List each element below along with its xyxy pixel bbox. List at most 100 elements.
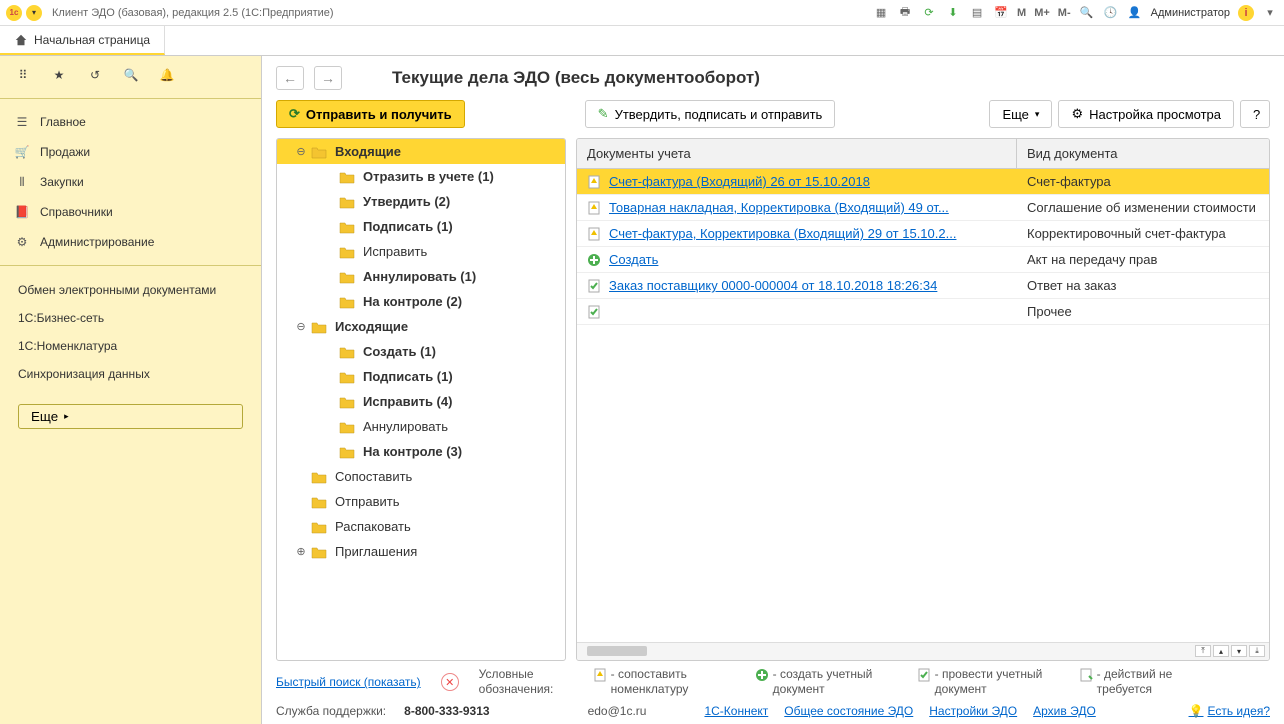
tree-node-15[interactable]: Распаковать [277,514,565,539]
expand-icon[interactable]: ⊕ [295,545,307,558]
folder-icon [311,320,327,334]
idea-link[interactable]: 💡 Есть идея? [1189,704,1270,718]
history-icon[interactable]: ↺ [86,66,104,84]
sidebar-item-4[interactable]: ⚙Администрирование [0,227,261,257]
approve-sign-send-button[interactable]: ✎ Утвердить, подписать и отправить [585,100,836,128]
legend-item-1: - создать учетный документ [755,667,893,698]
zoom-icon[interactable]: 🔍 [1079,5,1095,21]
status-warn-icon [587,227,601,241]
folder-icon [339,295,355,309]
quick-search-link[interactable]: Быстрый поиск (показать) [276,675,421,689]
app-logo-icon: 1c [6,5,22,21]
folder-icon [311,145,327,159]
calc-mminus[interactable]: M- [1058,7,1071,19]
cart-icon: 🛒 [14,144,30,160]
tree-node-6[interactable]: На контроле (2) [277,289,565,314]
footer-link-3[interactable]: Архив ЭДО [1033,704,1096,718]
sidebar-item-3[interactable]: 📕Справочники [0,197,261,227]
tool-icon-1[interactable]: ▦ [873,5,889,21]
scroll-up-icon[interactable]: ▴ [1213,645,1229,657]
tree-node-0[interactable]: ⊖Входящие [277,139,565,164]
tree-node-8[interactable]: Создать (1) [277,339,565,364]
gear-icon: ⚙ [1071,106,1083,122]
sidebar-link-3[interactable]: Синхронизация данных [0,360,261,388]
tree-node-3[interactable]: Подписать (1) [277,214,565,239]
refresh-icon[interactable]: ⟳ [921,5,937,21]
tree-node-11[interactable]: Аннулировать [277,414,565,439]
folder-icon [311,495,327,509]
document-link[interactable]: Создать [609,252,658,267]
status-warn-icon [587,201,601,215]
document-link[interactable]: Заказ поставщику 0000-000004 от 18.10.20… [609,278,937,293]
column-doctype[interactable]: Вид документа [1017,139,1269,168]
tree-node-1[interactable]: Отразить в учете (1) [277,164,565,189]
tree-node-4[interactable]: Исправить [277,239,565,264]
scroll-last-icon[interactable]: ⤓ [1249,645,1265,657]
collapse-icon[interactable]: ⊖ [295,320,307,333]
close-icon[interactable]: ✕ [441,673,459,691]
barcode-icon: ⫴ [14,174,30,190]
document-link[interactable]: Счет-фактура (Входящий) 26 от 15.10.2018 [609,174,870,189]
sidebar-item-2[interactable]: ⫴Закупки [0,167,261,197]
horizontal-scrollbar[interactable]: ⤒ ▴ ▾ ⤓ [577,642,1269,660]
tree-node-13[interactable]: Сопоставить [277,464,565,489]
tree-node-10[interactable]: Исправить (4) [277,389,565,414]
star-icon[interactable]: ★ [50,66,68,84]
info-icon[interactable]: i [1238,5,1254,21]
user-name[interactable]: Администратор [1151,7,1230,19]
calc-mplus[interactable]: M+ [1034,7,1050,19]
sidebar-more-button[interactable]: Еще ▸ [18,404,243,429]
folder-tree[interactable]: ⊖ВходящиеОтразить в учете (1)Утвердить (… [276,138,566,661]
help-button[interactable]: ? [1240,100,1270,128]
print-icon[interactable]: 🖶 [897,5,913,21]
dropdown-icon[interactable]: ▾ [26,5,42,21]
table-row[interactable]: Товарная накладная, Корректировка (Входя… [577,195,1269,221]
compare-icon[interactable]: ▤ [969,5,985,21]
footer-link-2[interactable]: Настройки ЭДО [929,704,1017,718]
footer-link-0[interactable]: 1С-Коннект [704,704,768,718]
sidebar-link-2[interactable]: 1С:Номенклатура [0,332,261,360]
main-area: ← → Текущие дела ЭДО (весь документообор… [262,56,1284,724]
table-row[interactable]: СоздатьАкт на передачу прав [577,247,1269,273]
search-icon[interactable]: 🔍 [122,66,140,84]
bell-icon[interactable]: 🔔 [158,66,176,84]
table-row[interactable]: Прочее [577,299,1269,325]
collapse-icon[interactable]: ⊖ [295,145,307,158]
tab-home[interactable]: Начальная страница [0,26,165,55]
menu-dropdown-icon[interactable]: ▾ [1262,5,1278,21]
sidebar-link-0[interactable]: Обмен электронными документами [0,276,261,304]
table-row[interactable]: Счет-фактура, Корректировка (Входящий) 2… [577,221,1269,247]
nav-forward-button[interactable]: → [314,66,342,90]
apps-icon[interactable]: ⠿ [14,66,32,84]
tree-node-12[interactable]: На контроле (3) [277,439,565,464]
tree-node-7[interactable]: ⊖Исходящие [277,314,565,339]
clock-icon[interactable]: 🕓 [1103,5,1119,21]
sidebar-item-1[interactable]: 🛒Продажи [0,137,261,167]
more-button[interactable]: Еще ▾ [989,100,1052,128]
sidebar-item-0[interactable]: ☰Главное [0,107,261,137]
view-settings-button[interactable]: ⚙ Настройка просмотра [1058,100,1234,128]
scroll-down-icon[interactable]: ▾ [1231,645,1247,657]
table-row[interactable]: Заказ поставщику 0000-000004 от 18.10.20… [577,273,1269,299]
calendar-icon[interactable]: 📅 [993,5,1009,21]
tree-node-9[interactable]: Подписать (1) [277,364,565,389]
document-link[interactable]: Товарная накладная, Корректировка (Входя… [609,200,949,215]
sidebar-link-1[interactable]: 1С:Бизнес-сеть [0,304,261,332]
table-row[interactable]: Счет-фактура (Входящий) 26 от 15.10.2018… [577,169,1269,195]
folder-icon [339,420,355,434]
status-warn-icon [587,175,601,189]
tree-node-14[interactable]: Отправить [277,489,565,514]
home-icon [14,33,28,47]
tree-node-5[interactable]: Аннулировать (1) [277,264,565,289]
scroll-first-icon[interactable]: ⤒ [1195,645,1211,657]
tree-node-16[interactable]: ⊕Приглашения [277,539,565,564]
calc-m[interactable]: M [1017,7,1026,19]
download-icon[interactable]: ⬇ [945,5,961,21]
column-documents[interactable]: Документы учета [577,139,1017,168]
document-link[interactable]: Счет-фактура, Корректировка (Входящий) 2… [609,226,956,241]
tree-node-2[interactable]: Утвердить (2) [277,189,565,214]
nav-back-button[interactable]: ← [276,66,304,90]
send-receive-button[interactable]: ⟳ Отправить и получить [276,100,465,128]
folder-icon [311,470,327,484]
footer-link-1[interactable]: Общее состояние ЭДО [784,704,913,718]
